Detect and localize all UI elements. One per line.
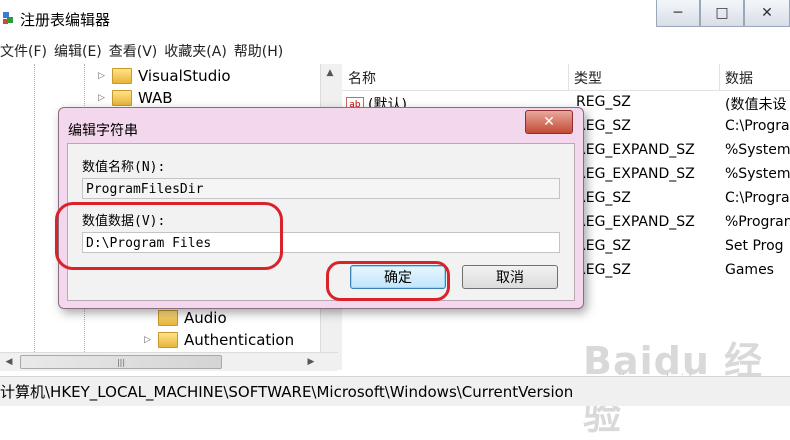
value-type: REG_EXPAND_SZ: [576, 166, 695, 182]
tree-node-visualstudio[interactable]: ▷ VisualStudio: [98, 65, 231, 87]
value-data: (数值未设: [725, 97, 787, 113]
tree-node-label: Audio: [184, 309, 227, 327]
value-data: %Progran: [725, 214, 790, 230]
tree-node-wab[interactable]: ▷ WAB: [98, 87, 173, 109]
value-data: C:\Progra: [725, 118, 790, 134]
value-type: REG_EXPAND_SZ: [576, 214, 695, 230]
tree-node-authentication[interactable]: ▷ Authentication: [144, 329, 294, 351]
column-header-name[interactable]: 名称: [348, 68, 376, 88]
tree-node-label: Authentication: [184, 331, 295, 349]
value-type: REG_SZ: [576, 190, 631, 206]
close-button[interactable]: ✕: [744, 0, 790, 27]
column-header-data[interactable]: 数据: [725, 68, 753, 88]
menu-file[interactable]: 文件(F): [0, 41, 54, 61]
value-data: Games: [725, 262, 774, 278]
folder-icon: [158, 310, 178, 326]
dialog-title: 编辑字符串: [68, 123, 138, 139]
list-header: 名称 类型 数据: [342, 64, 790, 91]
tree-horizontal-scrollbar[interactable]: ◀ ||| ▶: [0, 352, 338, 371]
title-bar: 注册表编辑器 ─ □ ✕: [0, 0, 790, 38]
tree-node-label: VisualStudio: [138, 67, 231, 85]
dialog-close-button[interactable]: ✕: [525, 110, 573, 134]
value-data: C:\Progra: [725, 190, 790, 206]
column-header-type[interactable]: 类型: [574, 68, 602, 88]
folder-icon: [112, 68, 132, 84]
menu-view[interactable]: 查看(V): [109, 41, 165, 61]
value-type: REG_SZ: [576, 94, 631, 110]
value-name-label: 数值名称(N):: [82, 160, 166, 175]
expand-arrow-icon[interactable]: ▷: [144, 335, 154, 345]
annotation-circle-ok: [326, 261, 450, 301]
tree-guide-line: [34, 64, 35, 352]
tree-node-audio[interactable]: Audio: [144, 307, 227, 329]
registry-path: 计算机\HKEY_LOCAL_MACHINE\SOFTWARE\Microsof…: [0, 383, 574, 401]
scroll-right-icon[interactable]: ▶: [302, 353, 320, 371]
value-name-field[interactable]: ProgramFilesDir: [82, 178, 560, 199]
window-title: 注册表编辑器: [20, 11, 111, 29]
menu-favorites[interactable]: 收藏夹(A): [164, 41, 234, 61]
status-bar: 计算机\HKEY_LOCAL_MACHINE\SOFTWARE\Microsof…: [0, 376, 790, 406]
cancel-button[interactable]: 取消: [462, 265, 558, 289]
value-type: REG_EXPAND_SZ: [576, 142, 695, 158]
minimize-button[interactable]: ─: [656, 0, 700, 27]
value-data: %System: [725, 142, 790, 158]
value-type: REG_SZ: [576, 238, 631, 254]
expand-arrow-icon[interactable]: ▷: [98, 93, 108, 103]
annotation-circle-data: [55, 202, 283, 270]
menu-bar: 文件(F) 编辑(E) 查看(V) 收藏夹(A) 帮助(H): [0, 38, 790, 64]
scroll-up-icon[interactable]: ▲: [321, 64, 339, 82]
scroll-left-icon[interactable]: ◀: [0, 353, 18, 371]
value-type: REG_SZ: [576, 118, 631, 134]
tree-node-label: WAB: [138, 89, 173, 107]
expand-arrow-icon[interactable]: ▷: [98, 71, 108, 81]
menu-help[interactable]: 帮助(H): [234, 41, 290, 61]
menu-edit[interactable]: 编辑(E): [54, 41, 109, 61]
value-data: %System: [725, 166, 790, 182]
folder-icon: [112, 90, 132, 106]
maximize-button[interactable]: □: [700, 0, 744, 27]
folder-icon: [158, 332, 178, 348]
registry-cubes-icon: [3, 12, 13, 24]
value-type: REG_SZ: [576, 262, 631, 278]
scroll-thumb[interactable]: |||: [20, 355, 222, 369]
value-data: Set Prog: [725, 238, 784, 254]
